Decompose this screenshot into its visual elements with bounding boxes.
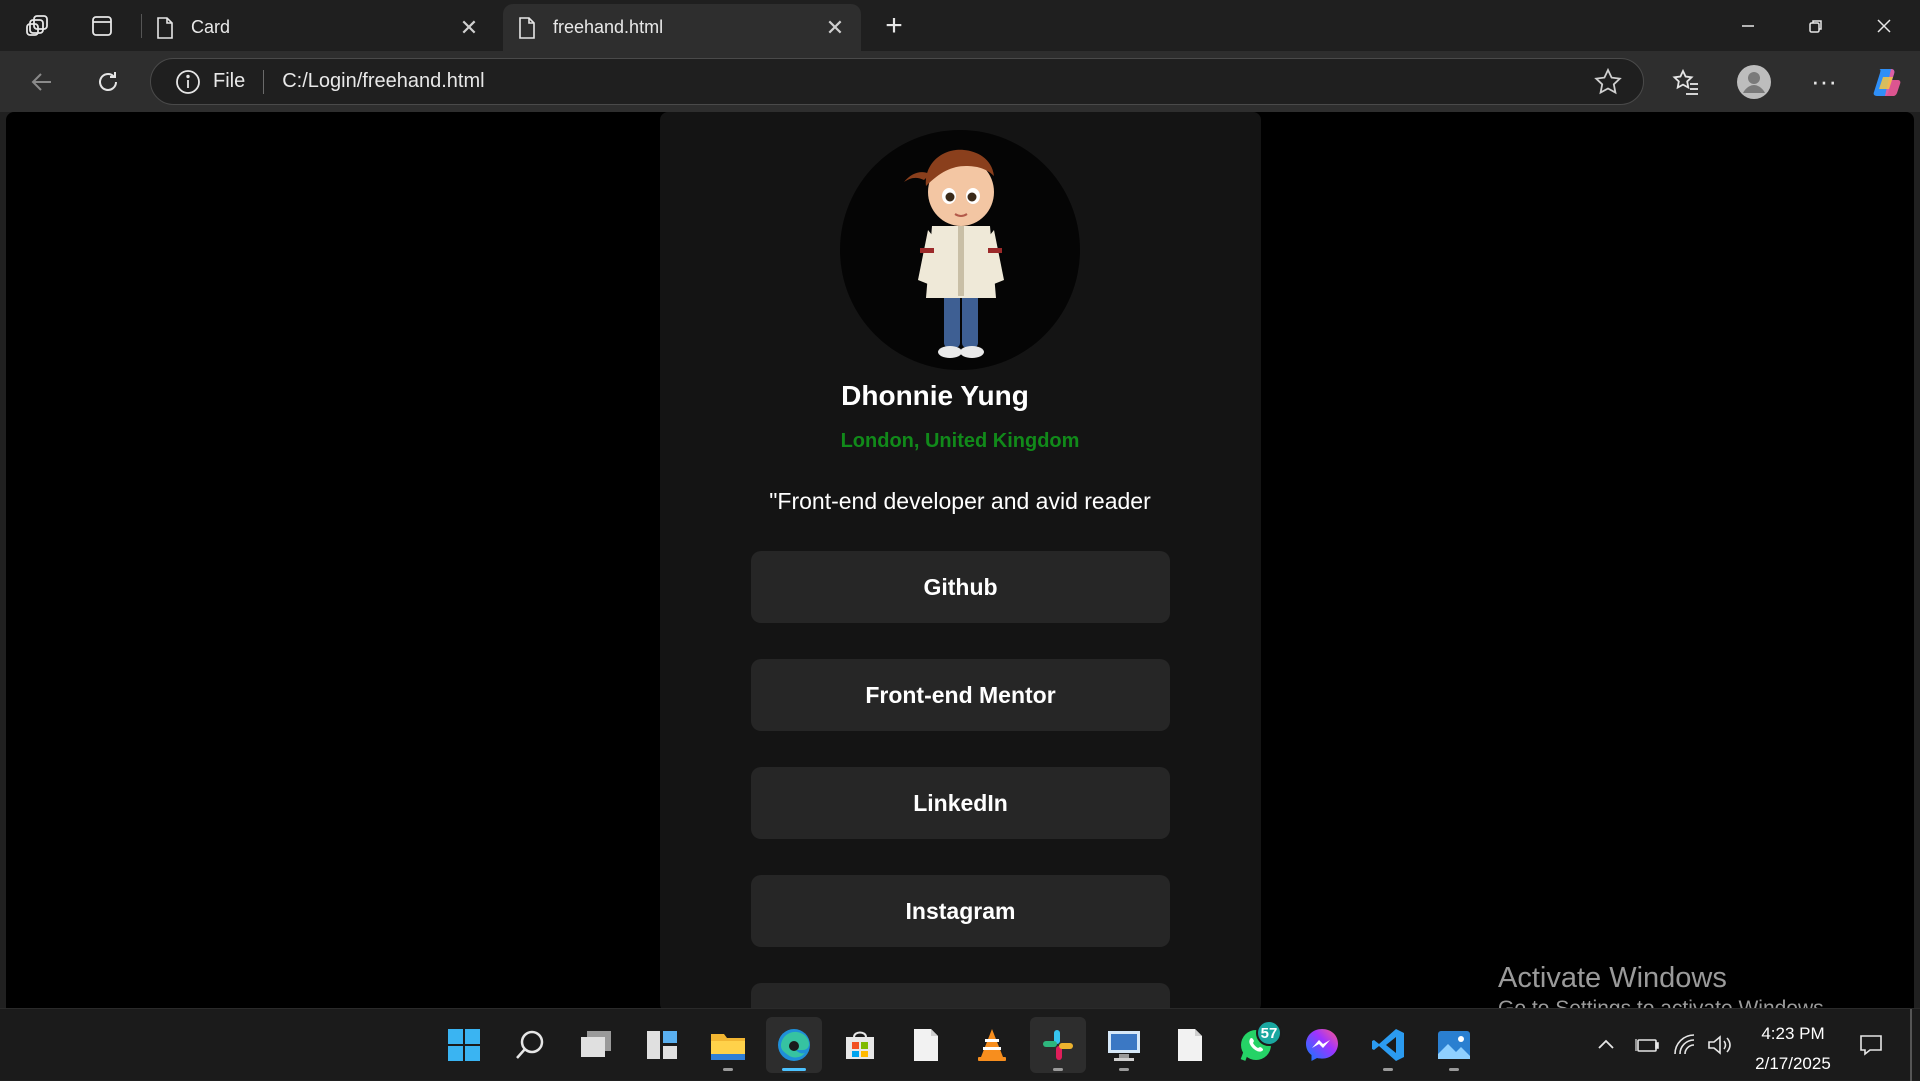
- notepad-file-icon[interactable]: [898, 1017, 954, 1073]
- workspaces-icon[interactable]: [12, 0, 64, 51]
- running-indicator: [1119, 1068, 1129, 1071]
- copilot-icon[interactable]: [1858, 51, 1914, 112]
- running-indicator: [723, 1068, 733, 1071]
- instagram-link-button[interactable]: Instagram: [751, 875, 1170, 947]
- linkedin-link-button[interactable]: LinkedIn: [751, 767, 1170, 839]
- url-text[interactable]: C:/Login/freehand.html: [282, 70, 1593, 93]
- github-link-button[interactable]: Github: [751, 551, 1170, 623]
- widgets-icon[interactable]: [634, 1017, 690, 1073]
- page-viewport: Dhonnie Yung London, United Kingdom "Fro…: [6, 112, 1914, 1008]
- profile-name: Dhonnie Yung: [841, 380, 1029, 411]
- task-view-icon[interactable]: [568, 1017, 624, 1073]
- restore-icon[interactable]: [1782, 0, 1850, 51]
- running-indicator: [1053, 1068, 1063, 1071]
- browser-toolbar: File C:/Login/freehand.html ···: [0, 51, 1920, 112]
- vertical-tabs-icon[interactable]: [76, 0, 128, 51]
- remote-desktop-icon[interactable]: [1096, 1017, 1152, 1073]
- vscode-icon[interactable]: [1360, 1017, 1416, 1073]
- close-icon[interactable]: ✕: [823, 15, 847, 41]
- show-hidden-icons-chevron-icon[interactable]: [1596, 1009, 1616, 1081]
- avatar-illustration: [904, 149, 1004, 358]
- profile-card: Dhonnie Yung London, United Kingdom "Fro…: [660, 112, 1261, 1008]
- show-desktop-strip[interactable]: [1910, 1009, 1912, 1081]
- notifications-icon[interactable]: [1858, 1009, 1884, 1081]
- activate-windows-watermark: Activate Windows Go to Settings to activ…: [1498, 962, 1830, 1008]
- clock-date: 2/17/2025: [1755, 1054, 1831, 1073]
- favorites-icon[interactable]: [1658, 51, 1714, 112]
- favorite-star-icon[interactable]: [1593, 67, 1623, 97]
- avatar: [840, 130, 1080, 370]
- active-app-indicator: [782, 1068, 806, 1071]
- scheme-label: File: [213, 70, 246, 92]
- tab-card[interactable]: Card ✕: [141, 4, 495, 51]
- running-indicator: [1449, 1068, 1459, 1071]
- photos-icon[interactable]: [1426, 1017, 1482, 1073]
- wifi-icon[interactable]: [1672, 1009, 1696, 1081]
- microsoft-store-icon[interactable]: [832, 1017, 888, 1073]
- next-link-button[interactable]: [751, 983, 1170, 1008]
- profile-location: London, United Kingdom: [840, 430, 1080, 452]
- running-indicator: [1383, 1068, 1393, 1071]
- browser-tab-bar: Card ✕ freehand.html ✕ +: [0, 0, 1920, 51]
- volume-icon[interactable]: [1706, 1009, 1732, 1081]
- whatsapp-icon[interactable]: 57: [1228, 1017, 1284, 1073]
- windows-taskbar: 57 4:23 PM 2/17/2025: [0, 1008, 1920, 1081]
- file-explorer-icon[interactable]: [700, 1017, 756, 1073]
- watermark-title: Activate Windows: [1498, 962, 1727, 994]
- close-window-icon[interactable]: [1850, 0, 1918, 51]
- new-tab-icon[interactable]: +: [870, 0, 918, 51]
- messenger-icon[interactable]: [1294, 1017, 1350, 1073]
- vlc-icon[interactable]: [964, 1017, 1020, 1073]
- start-windows-icon[interactable]: [436, 1017, 492, 1073]
- battery-icon[interactable]: [1634, 1009, 1660, 1081]
- notification-badge: 57: [1256, 1020, 1282, 1046]
- clock-time: 4:23 PM: [1761, 1024, 1825, 1043]
- edge-browser-icon[interactable]: [766, 1017, 822, 1073]
- info-icon[interactable]: [175, 69, 201, 95]
- watermark-subtitle: Go to Settings to activate Windows.: [1498, 997, 1830, 1008]
- close-icon[interactable]: ✕: [457, 15, 481, 41]
- slack-icon[interactable]: [1030, 1017, 1086, 1073]
- address-separator: [263, 69, 265, 94]
- page-icon: [519, 16, 535, 39]
- frontend-mentor-link-button[interactable]: Front-end Mentor: [751, 659, 1170, 731]
- page-icon: [157, 16, 173, 39]
- profile-avatar-icon[interactable]: [1726, 51, 1782, 112]
- tab-title: Card: [191, 17, 231, 37]
- more-options-icon[interactable]: ···: [1796, 51, 1852, 112]
- refresh-icon[interactable]: [80, 51, 136, 112]
- back-arrow-icon[interactable]: [14, 51, 70, 112]
- minimize-icon[interactable]: [1714, 0, 1782, 51]
- address-bar[interactable]: File C:/Login/freehand.html: [150, 58, 1644, 105]
- profile-bio: "Front-end developer and avid reader: [769, 488, 1151, 514]
- clock[interactable]: 4:23 PM 2/17/2025: [1738, 1019, 1848, 1079]
- tab-freehand[interactable]: freehand.html ✕: [503, 4, 861, 51]
- search-icon[interactable]: [502, 1017, 558, 1073]
- document-file-icon[interactable]: [1162, 1017, 1218, 1073]
- tab-title: freehand.html: [553, 17, 664, 37]
